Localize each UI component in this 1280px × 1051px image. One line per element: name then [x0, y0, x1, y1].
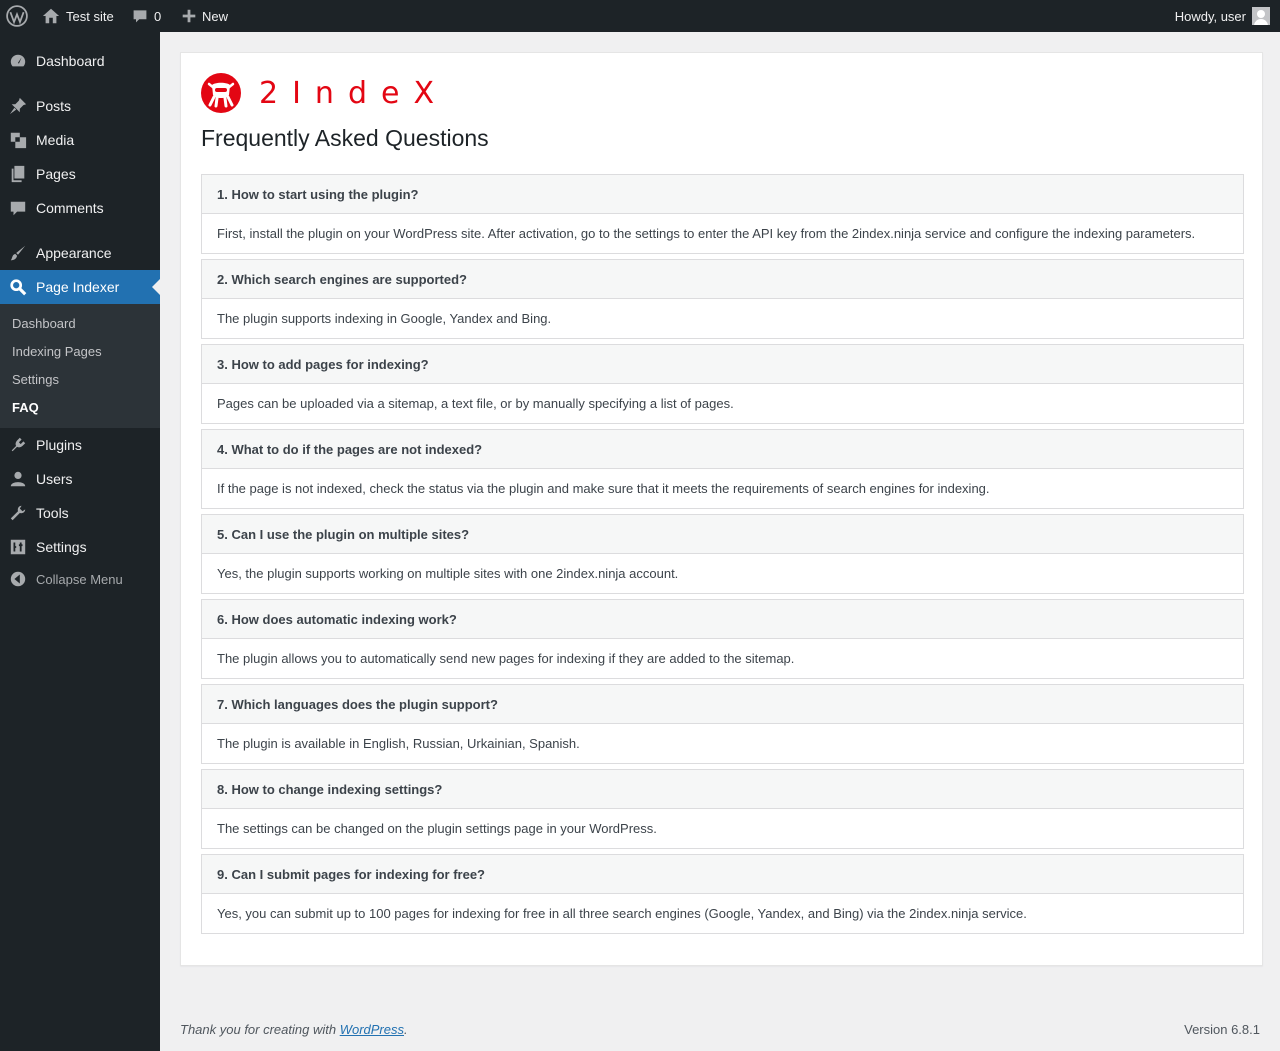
page-title: Frequently Asked Questions [201, 125, 489, 151]
sidebar-item-pages[interactable]: Pages [0, 157, 160, 191]
faq-panel: 2IndeX Frequently Asked Questions 1. How… [180, 52, 1263, 966]
collapse-menu-label: Collapse Menu [36, 571, 123, 587]
sidebar-item-users[interactable]: Users [0, 462, 160, 496]
faq-question: 4. What to do if the pages are not index… [202, 430, 1243, 469]
faq-answer: The plugin is available in English, Russ… [217, 736, 580, 751]
collapse-menu-button[interactable]: Collapse Menu [0, 562, 160, 596]
sidebar-item-dashboard[interactable]: Dashboard [0, 44, 160, 78]
avatar [1252, 7, 1270, 25]
faq-answer: Pages can be uploaded via a sitemap, a t… [217, 396, 734, 411]
faq-answer: The plugin supports indexing in Google, … [217, 311, 552, 326]
site-name-link[interactable]: Test site [42, 0, 114, 32]
submenu-dashboard[interactable]: Dashboard [12, 309, 76, 337]
sidebar-item-label: Posts [36, 98, 72, 114]
wordpress-link[interactable]: WordPress [340, 1022, 404, 1037]
submenu-faq[interactable]: FAQ [12, 393, 39, 421]
faq-question: 5. Can I use the plugin on multiple site… [202, 515, 1243, 554]
settings-icon [0, 538, 36, 556]
sidebar-item-label: Media [36, 132, 75, 148]
sidebar-item-label: Users [36, 471, 73, 487]
new-content-button[interactable]: New [182, 0, 228, 32]
sidebar-item-media[interactable]: Media [0, 123, 160, 157]
sidebar-item-posts[interactable]: Posts [0, 89, 160, 123]
site-name: Test site [66, 8, 114, 24]
faq-question: 6. How does automatic indexing work? [202, 600, 1243, 639]
sidebar-item-page-indexer[interactable]: Page Indexer [0, 270, 160, 304]
footer-thanks-prefix: Thank you for creating with [180, 1022, 340, 1037]
wordpress-logo-icon [6, 5, 28, 27]
page-indexer-submenu: Dashboard Indexing Pages Settings FAQ [0, 304, 160, 428]
comment-bubble-icon [133, 10, 147, 23]
comments-count: 0 [154, 8, 162, 24]
faq-question: 9. Can I submit pages for indexing for f… [202, 855, 1243, 894]
sidebar-item-label: Page Indexer [36, 279, 120, 295]
faq-item: 7. Which languages does the plugin suppo… [201, 684, 1244, 764]
faq-answer: First, install the plugin on your WordPr… [217, 226, 1196, 241]
faq-answer: If the page is not indexed, check the st… [217, 481, 990, 496]
pages-icon [0, 165, 36, 183]
faq-item: 5. Can I use the plugin on multiple site… [201, 514, 1244, 594]
sidebar-item-plugins[interactable]: Plugins [0, 428, 160, 462]
admin-sidebar: Dashboard Posts Media Pages Comments App… [0, 32, 160, 1051]
submenu-indexing-pages[interactable]: Indexing Pages [12, 337, 102, 365]
footer-thanks: Thank you for creating with WordPress. [180, 1022, 408, 1037]
user-account-menu[interactable]: Howdy, user [1175, 0, 1270, 32]
media-icon [0, 131, 36, 149]
sidebar-item-appearance[interactable]: Appearance [0, 236, 160, 270]
faq-question: 3. How to add pages for indexing? [202, 345, 1243, 384]
ninja-mascot-icon [201, 73, 241, 113]
faq-answer: Yes, the plugin supports working on mult… [217, 566, 679, 581]
brand-logo: 2IndeX [201, 73, 448, 113]
brand-logo-text: 2IndeX [259, 75, 448, 111]
faq-answer: Yes, you can submit up to 100 pages for … [217, 906, 1027, 921]
faq-question: 2. Which search engines are supported? [202, 260, 1243, 299]
plus-icon [182, 9, 196, 23]
faq-item: 8. How to change indexing settings? The … [201, 769, 1244, 849]
footer-thanks-suffix: . [404, 1022, 408, 1037]
faq-item: 2. Which search engines are supported? T… [201, 259, 1244, 339]
search-icon [0, 278, 36, 296]
faq-item: 9. Can I submit pages for indexing for f… [201, 854, 1244, 934]
faq-answer: The settings can be changed on the plugi… [217, 821, 657, 836]
sidebar-item-label: Pages [36, 166, 76, 182]
sidebar-item-label: Appearance [36, 245, 112, 261]
faq-item: 4. What to do if the pages are not index… [201, 429, 1244, 509]
sidebar-item-label: Plugins [36, 437, 82, 453]
sidebar-item-label: Settings [36, 539, 87, 555]
faq-item: 1. How to start using the plugin? First,… [201, 174, 1244, 254]
collapse-arrow-icon [0, 570, 36, 588]
pin-icon [0, 97, 36, 115]
sidebar-item-label: Tools [36, 505, 69, 521]
faq-question: 7. Which languages does the plugin suppo… [202, 685, 1243, 724]
sidebar-item-settings[interactable]: Settings [0, 530, 160, 564]
dashboard-icon [0, 52, 36, 70]
sidebar-item-label: Dashboard [36, 53, 105, 69]
faq-item: 3. How to add pages for indexing? Pages … [201, 344, 1244, 424]
wrench-icon [0, 504, 36, 522]
sidebar-item-tools[interactable]: Tools [0, 496, 160, 530]
sidebar-item-comments[interactable]: Comments [0, 191, 160, 225]
admin-bar: Test site 0 New Howdy, user [0, 0, 1280, 32]
plugin-icon [0, 436, 36, 454]
sidebar-item-label: Comments [36, 200, 104, 216]
home-icon [42, 8, 60, 24]
user-icon [0, 470, 36, 488]
submenu-settings[interactable]: Settings [12, 365, 59, 393]
faq-question: 8. How to change indexing settings? [202, 770, 1243, 809]
paintbrush-icon [0, 244, 36, 262]
wordpress-logo-button[interactable] [6, 0, 28, 32]
new-label: New [202, 8, 229, 24]
howdy-text: Howdy, user [1174, 8, 1246, 24]
comment-icon [0, 199, 36, 217]
comments-link[interactable]: 0 [132, 0, 161, 32]
footer-version: Version 6.8.1 [1184, 1022, 1260, 1037]
faq-item: 6. How does automatic indexing work? The… [201, 599, 1244, 679]
faq-question: 1. How to start using the plugin? [202, 175, 1243, 214]
faq-answer: The plugin allows you to automatically s… [217, 651, 795, 666]
